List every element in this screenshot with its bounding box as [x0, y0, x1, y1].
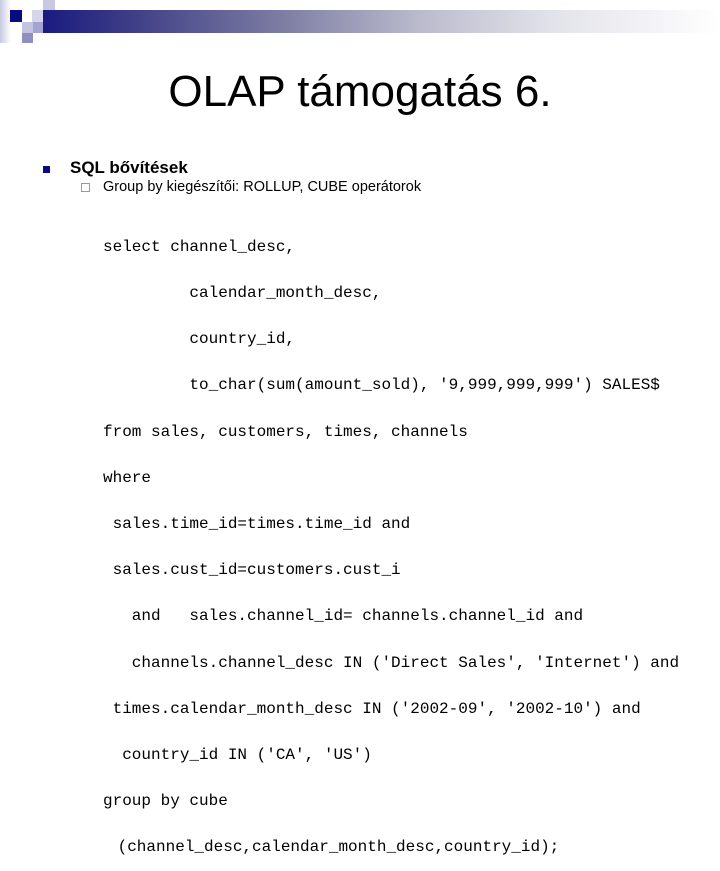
- deco-gradient-bar: [43, 10, 720, 33]
- code-line: country_id IN ('CA', 'US'): [103, 746, 372, 765]
- deco-square-light: [32, 10, 43, 22]
- sql-code-block: select channel_desc, calendar_month_desc…: [103, 209, 679, 871]
- code-line: select channel_desc,: [103, 237, 296, 256]
- slide-title: OLAP támogatás 6.: [168, 67, 552, 116]
- deco-square-lower-left: [22, 22, 33, 33]
- code-line: and sales.channel_id= channels.channel_i…: [103, 607, 584, 626]
- bullet-level1-text: SQL bővítések: [70, 158, 188, 177]
- code-line: calendar_month_desc,: [103, 284, 382, 303]
- code-line: group by cube: [103, 792, 228, 811]
- square-bullet-icon: [43, 166, 50, 173]
- code-line: to_char(sum(amount_sold), '9,999,999,999…: [103, 376, 660, 395]
- deco-square-bottom: [22, 33, 33, 43]
- code-line: (channel_desc,calendar_month_desc,countr…: [108, 838, 560, 857]
- code-line: from sales, customers, times, channels: [103, 422, 468, 441]
- bullet-level2-text: Group by kiegészítői: ROLLUP, CUBE operá…: [103, 179, 422, 195]
- code-line: times.calendar_month_desc IN ('2002-09',…: [103, 699, 641, 718]
- code-line: channels.channel_desc IN ('Direct Sales'…: [103, 653, 680, 672]
- code-line: country_id,: [103, 330, 296, 349]
- hollow-square-bullet-icon: [81, 183, 90, 192]
- code-line: where: [103, 468, 152, 487]
- code-line: sales.cust_id=customers.cust_i: [103, 561, 401, 580]
- code-line: sales.time_id=times.time_id and: [103, 515, 411, 534]
- deco-square-lower-mid: [33, 22, 43, 33]
- deco-square-dark: [10, 10, 22, 22]
- deco-square-top: [43, 0, 55, 10]
